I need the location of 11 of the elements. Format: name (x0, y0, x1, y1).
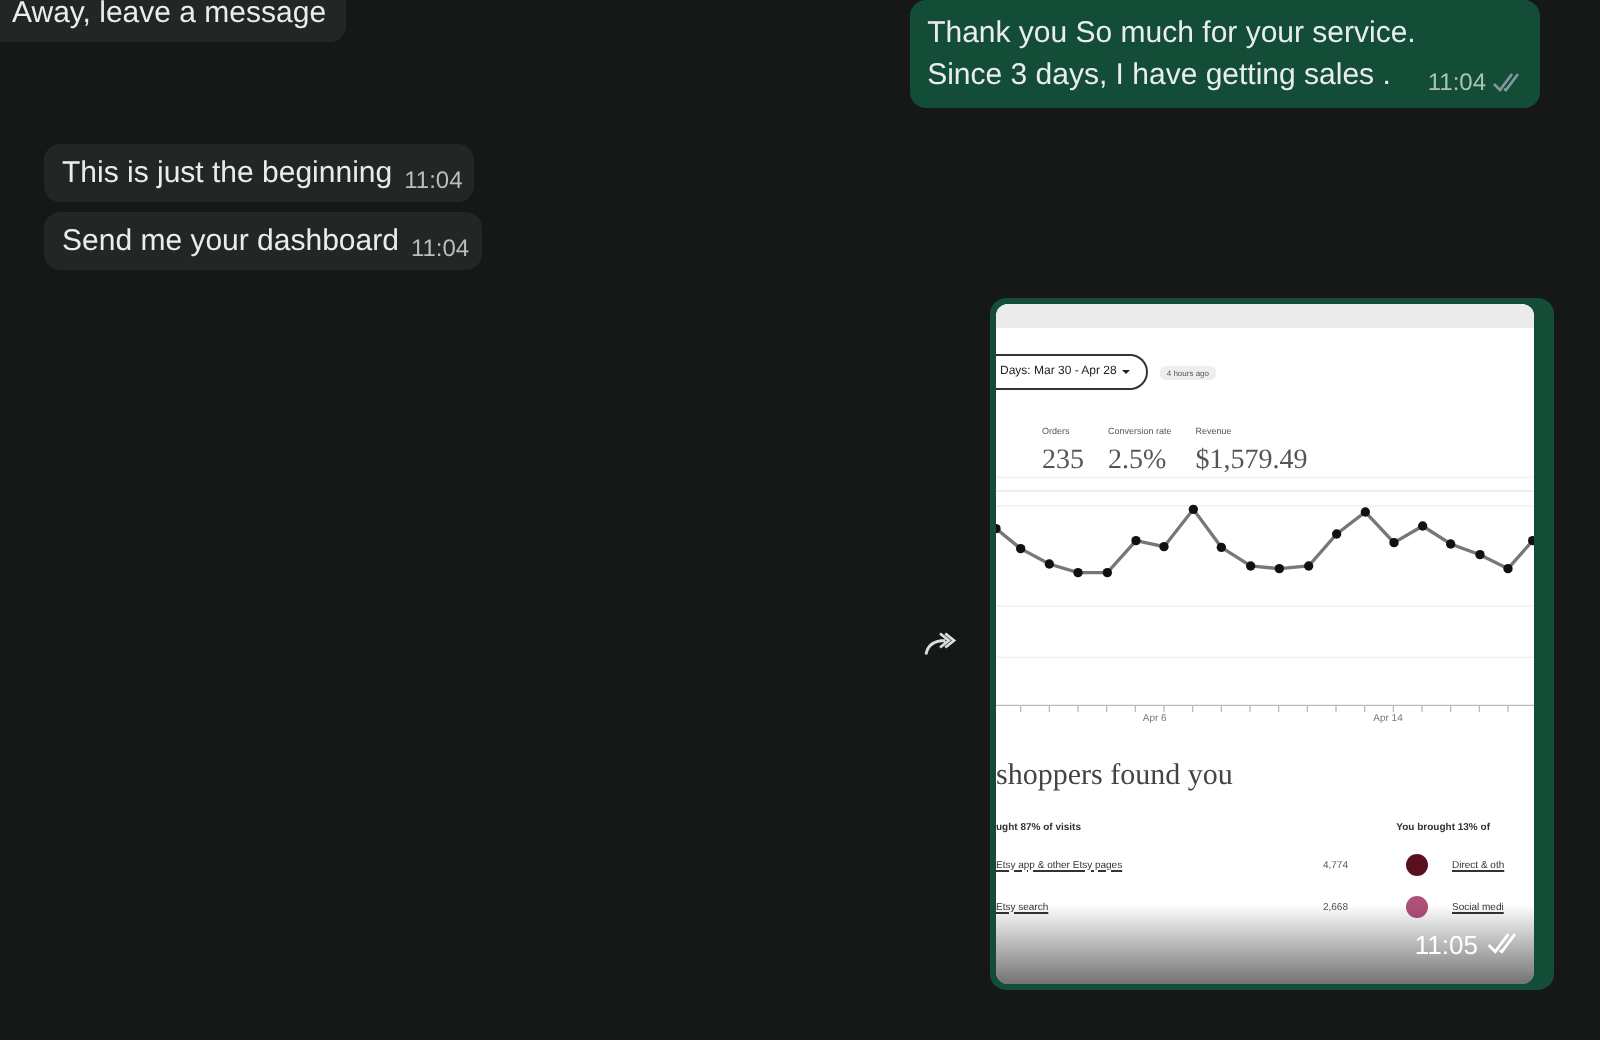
forward-icon (922, 630, 958, 658)
message-text: Send me your dashboard (62, 222, 399, 262)
caret-icon (1122, 370, 1131, 374)
section-title: shoppers found you (996, 760, 1235, 794)
message-text: Away, leave a message (12, 0, 327, 34)
message-text: This is just the beginning (62, 154, 393, 194)
message-text: Thank you So much for your service. Since 3 days, I have getting sales . (927, 14, 1416, 96)
message-time: 11:04 (410, 232, 470, 266)
message-time: 11:04 (1427, 66, 1486, 100)
message-time: 11:05 (1414, 929, 1478, 959)
message-time: 11:04 (404, 164, 463, 198)
